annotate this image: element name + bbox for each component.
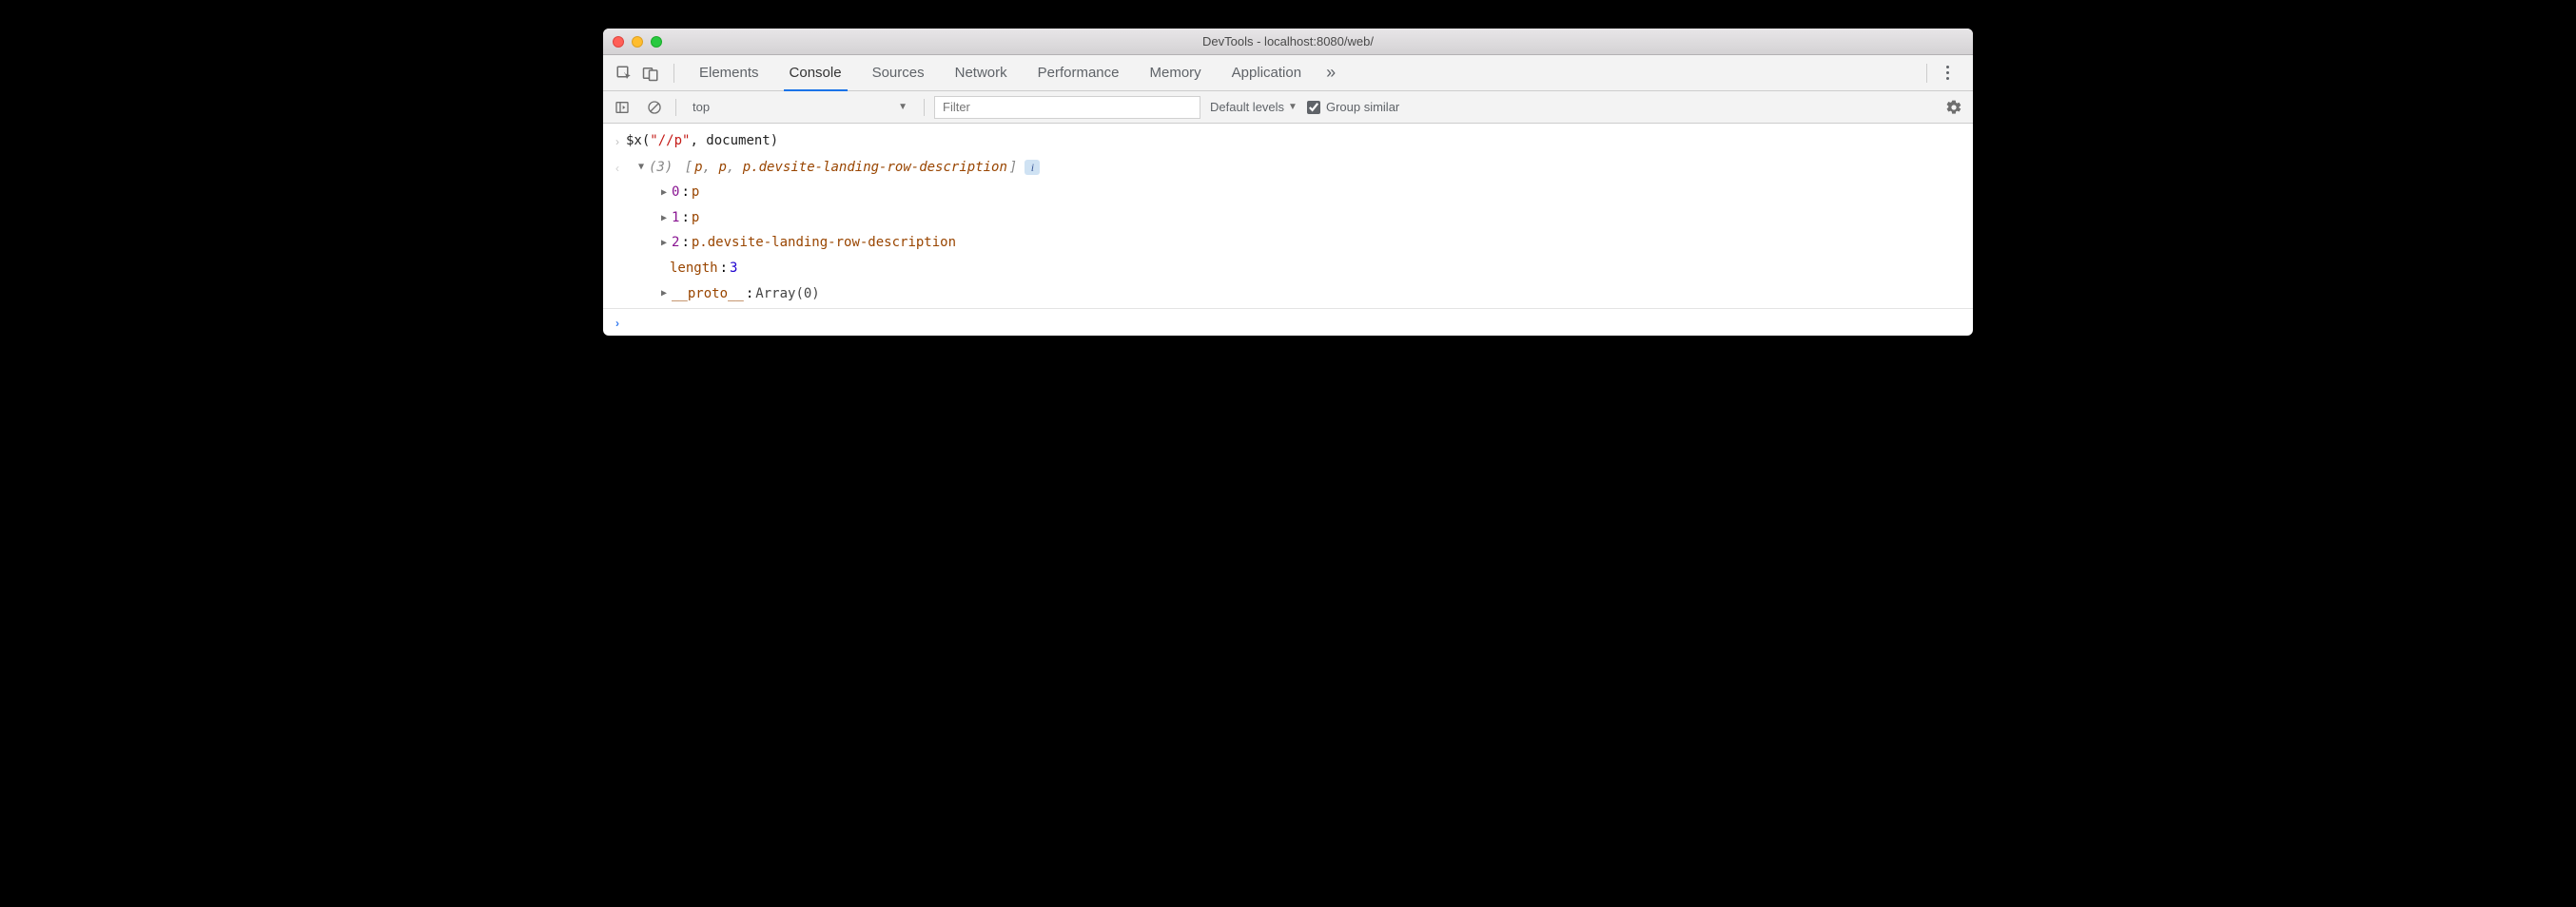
chevron-down-icon: ▼ — [898, 102, 907, 112]
output-marker-icon: › — [609, 154, 626, 180]
console-entry-input: › $x("//p", document) — [603, 127, 1973, 154]
maximize-window-button[interactable] — [651, 36, 662, 48]
preview-item[interactable]: p — [694, 160, 702, 175]
info-badge-icon[interactable]: i — [1025, 160, 1040, 175]
expand-toggle-icon[interactable] — [658, 209, 670, 227]
group-similar-label: Group similar — [1326, 100, 1399, 114]
prompt-marker-icon: › — [609, 309, 626, 335]
group-similar-checkbox[interactable]: Group similar — [1307, 100, 1399, 114]
execution-context-select[interactable]: top ▼ — [686, 97, 914, 117]
array-entry[interactable]: 0: p — [658, 180, 1967, 205]
devtools-window: DevTools - localhost:8080/web/ ElementsC… — [603, 29, 1973, 336]
inspect-element-icon[interactable] — [611, 60, 637, 87]
filter-input[interactable] — [934, 96, 1200, 119]
expand-toggle-icon[interactable] — [658, 284, 670, 302]
proto-property[interactable]: __proto__: Array(0) — [635, 281, 1967, 307]
console-prompt[interactable]: › — [603, 309, 1973, 336]
tab-console[interactable]: Console — [774, 55, 857, 90]
result-summary[interactable]: (3) [p, p, p.devsite-landing-row-descrip… — [635, 155, 1967, 181]
preview-item[interactable]: p — [718, 160, 726, 175]
window-title: DevTools - localhost:8080/web/ — [603, 34, 1973, 48]
input-marker-icon: › — [609, 127, 626, 153]
console-toolbar: top ▼ Default levels ▼ Group similar — [603, 91, 1973, 124]
device-toolbar-icon[interactable] — [637, 60, 664, 87]
tab-memory[interactable]: Memory — [1135, 55, 1217, 90]
context-label: top — [693, 100, 710, 114]
separator — [675, 99, 676, 116]
console-output: › $x("//p", document) › (3) [p, p, p.dev… — [603, 124, 1973, 336]
tab-sources[interactable]: Sources — [857, 55, 940, 90]
panel-tabs: ElementsConsoleSourcesNetworkPerformance… — [603, 55, 1973, 91]
preview-item[interactable]: p.devsite-landing-row-description — [743, 160, 1007, 175]
bracket: [ — [685, 155, 693, 181]
array-entry[interactable]: 2: p.devsite-landing-row-description — [658, 230, 1967, 256]
separator — [1926, 64, 1927, 83]
expand-toggle-icon[interactable] — [658, 234, 670, 252]
titlebar[interactable]: DevTools - localhost:8080/web/ — [603, 29, 1973, 55]
expand-toggle-icon[interactable] — [635, 158, 647, 176]
length-property[interactable]: length: 3 — [635, 256, 1967, 281]
console-input-field[interactable] — [626, 309, 1967, 336]
array-entry[interactable]: 1: p — [658, 205, 1967, 231]
tab-performance[interactable]: Performance — [1023, 55, 1135, 90]
window-controls — [613, 36, 662, 48]
log-levels-select[interactable]: Default levels ▼ — [1210, 100, 1298, 114]
tab-application[interactable]: Application — [1217, 55, 1317, 90]
tab-elements[interactable]: Elements — [684, 55, 774, 90]
menu-kebab-icon[interactable] — [1937, 66, 1965, 80]
console-output-body: (3) [p, p, p.devsite-landing-row-descrip… — [626, 154, 1967, 307]
clear-console-icon[interactable] — [643, 96, 666, 119]
close-window-button[interactable] — [613, 36, 624, 48]
toggle-sidebar-icon[interactable] — [611, 96, 634, 119]
separator — [673, 64, 674, 83]
minimize-window-button[interactable] — [632, 36, 643, 48]
array-count: (3) — [649, 155, 673, 181]
more-tabs-button[interactable]: » — [1317, 63, 1345, 83]
group-similar-input[interactable] — [1307, 101, 1320, 114]
chevron-down-icon: ▼ — [1288, 102, 1298, 112]
console-input-text[interactable]: $x("//p", document) — [626, 127, 1967, 154]
expand-toggle-icon[interactable] — [658, 183, 670, 202]
levels-label: Default levels — [1210, 100, 1284, 114]
separator — [924, 99, 925, 116]
settings-gear-icon[interactable] — [1942, 96, 1965, 119]
tab-network[interactable]: Network — [940, 55, 1023, 90]
bracket: ] — [1009, 155, 1017, 181]
console-entry-output: › (3) [p, p, p.devsite-landing-row-descr… — [603, 154, 1973, 307]
